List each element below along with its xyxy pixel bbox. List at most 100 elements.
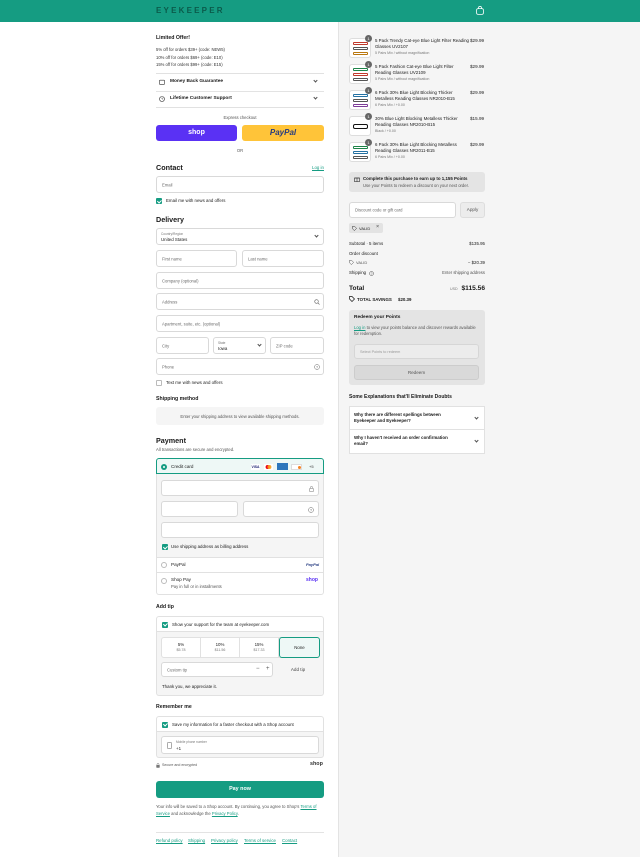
redeem-login-link[interactable]: Log in: [354, 325, 365, 330]
redeem-title: Redeem your Points: [354, 315, 401, 320]
more-cards-badge: +5: [309, 463, 314, 469]
pay-now-button[interactable]: Pay now: [156, 781, 324, 798]
faq-question: Why I haven't received an order confirma…: [354, 435, 448, 446]
tag-icon: [349, 259, 354, 265]
billing-same-checkbox[interactable]: [162, 544, 168, 550]
legal-text: Your info will be saved to a Shop accoun…: [156, 804, 317, 816]
apply-button[interactable]: Apply: [460, 202, 485, 218]
custom-tip-field[interactable]: Custom tip − +: [161, 662, 273, 677]
security-code-field[interactable]: ?: [243, 501, 319, 517]
address-field[interactable]: Address: [156, 293, 324, 310]
quantity-badge: 1: [365, 35, 372, 42]
phone-field[interactable]: Phone ?: [156, 358, 324, 375]
login-link[interactable]: Log in: [312, 165, 324, 170]
expiry-field[interactable]: [161, 501, 238, 517]
help-icon[interactable]: ?: [308, 506, 314, 513]
state-select[interactable]: State Iowa: [213, 337, 266, 354]
points-subtitle: Use your Points to redeem a discount on …: [363, 183, 469, 188]
offer-line: 15% off for orders $99+ (code: E15): [156, 62, 223, 67]
shipping-method-box: Enter your shipping address to view avai…: [156, 407, 324, 425]
shopping-bag-icon[interactable]: [476, 6, 484, 15]
credit-card-option[interactable]: Credit card VISA +5: [156, 458, 324, 474]
quantity-badge: 1: [365, 113, 372, 120]
shop-pay-subtitle: Pay in full or in installments: [171, 584, 222, 589]
card-number-field[interactable]: [161, 480, 319, 496]
chevron-down-icon: [474, 438, 479, 443]
points-banner: Complete this purchase to earn up to 1,1…: [349, 172, 485, 192]
help-icon[interactable]: ?: [369, 270, 374, 276]
money-back-row[interactable]: Money Back Guarantee: [156, 76, 324, 88]
quantity-badge: 1: [365, 87, 372, 94]
discount-amount: − $20.39: [467, 260, 485, 265]
help-icon[interactable]: ?: [314, 364, 320, 370]
privacy-link[interactable]: Privacy Policy: [212, 811, 238, 816]
city-field[interactable]: City: [156, 337, 209, 354]
total-label: Total: [349, 285, 365, 292]
wallet-icon: [159, 79, 165, 85]
points-select[interactable]: Select Points to redeem: [354, 344, 479, 359]
tip-option-10[interactable]: 10% $11.56: [201, 638, 240, 658]
mobile-phone-field[interactable]: Mobile phone number +1: [161, 736, 319, 754]
name-on-card-field[interactable]: [161, 522, 319, 538]
remember-checkbox[interactable]: [162, 721, 168, 728]
company-field[interactable]: Company (optional): [156, 272, 324, 289]
offer-line: 10% off for orders $69+ (code: E10): [156, 55, 223, 60]
faq-question: Why there are different spellings betwee…: [354, 412, 441, 423]
support-row[interactable]: Lifetime Customer Support: [156, 93, 324, 105]
express-checkout-label: Express checkout: [223, 115, 257, 120]
payment-heading: Payment: [156, 436, 186, 445]
text-news-checkbox[interactable]: [156, 380, 162, 386]
lock-icon: [156, 763, 160, 768]
subtotal-label: Subtotal · 5 items: [349, 241, 384, 246]
remember-heading: Remember me: [156, 704, 192, 710]
tip-option-none[interactable]: None: [279, 637, 320, 658]
clock-icon: [159, 96, 165, 102]
footer-link-terms[interactable]: Terms of service: [244, 838, 276, 843]
shop-pay-label: Shop Pay: [171, 577, 191, 582]
paypal-option[interactable]: PayPal PayPal: [156, 557, 324, 573]
currency-label: USD: [450, 287, 458, 291]
subtotal-value: $135.95: [469, 241, 485, 246]
footer-link-shipping[interactable]: Shipping: [188, 838, 205, 843]
tip-option-15[interactable]: 15% $17.33: [240, 638, 279, 658]
svg-text:?: ?: [371, 271, 373, 275]
email-news-checkbox[interactable]: [156, 198, 162, 204]
shop-pay-radio[interactable]: [161, 578, 167, 584]
faq-item[interactable]: Why I haven't received an order confirma…: [349, 430, 485, 454]
footer-link-refund[interactable]: Refund policy: [156, 838, 183, 843]
tip-support-checkbox[interactable]: [162, 621, 168, 628]
increment-button[interactable]: +: [266, 666, 270, 672]
product-price: $29.99: [470, 64, 485, 69]
email-field[interactable]: Email: [156, 176, 324, 193]
footer-link-contact[interactable]: Contact: [282, 838, 297, 843]
redeem-button[interactable]: Redeem: [354, 365, 479, 380]
product-name: 5 Pack Fashion Cat-eye Blue Light Filter…: [375, 64, 454, 75]
divider: [156, 832, 324, 833]
shop-pay-option[interactable]: Shop Pay Pay in full or in installments …: [156, 573, 324, 595]
last-name-field[interactable]: Last name: [242, 250, 324, 267]
discount-code-field[interactable]: Discount code or gift card: [349, 202, 456, 218]
decrement-button[interactable]: −: [256, 666, 260, 672]
add-tip-button[interactable]: Add tip: [277, 662, 319, 677]
zip-field[interactable]: ZIP code: [270, 337, 324, 354]
store-logo[interactable]: EYEKEEPER: [156, 6, 225, 15]
order-item: 1 30% Blue Light Blocking Metalless Thic…: [349, 113, 485, 138]
tip-support-label: Show your support for the team at eyekee…: [172, 621, 270, 627]
remove-discount-icon[interactable]: ×: [376, 224, 379, 230]
paypal-radio[interactable]: [161, 562, 167, 568]
discount-tag: VALID ×: [349, 223, 383, 233]
credit-card-radio[interactable]: [161, 463, 167, 470]
country-select[interactable]: Country/Region United States: [156, 228, 324, 245]
paypal-button[interactable]: PayPal: [242, 125, 324, 141]
faq-item[interactable]: Why there are different spellings betwee…: [349, 406, 485, 430]
shop-pay-button[interactable]: shop: [156, 125, 237, 141]
footer-link-privacy[interactable]: Privacy policy: [211, 838, 238, 843]
remember-row: Save my information for a faster checkou…: [156, 716, 324, 732]
discount-code-value: VALID: [356, 260, 368, 265]
apartment-field[interactable]: Apartment, suite, etc. (optional): [156, 315, 324, 332]
first-name-field[interactable]: First name: [156, 250, 237, 267]
secure-label: Secure and encrypted: [162, 763, 198, 767]
tip-option-5[interactable]: 5% $5.78: [162, 638, 201, 658]
shipping-message: Enter your shipping address to view avai…: [180, 413, 300, 419]
chevron-down-icon: [314, 233, 319, 238]
